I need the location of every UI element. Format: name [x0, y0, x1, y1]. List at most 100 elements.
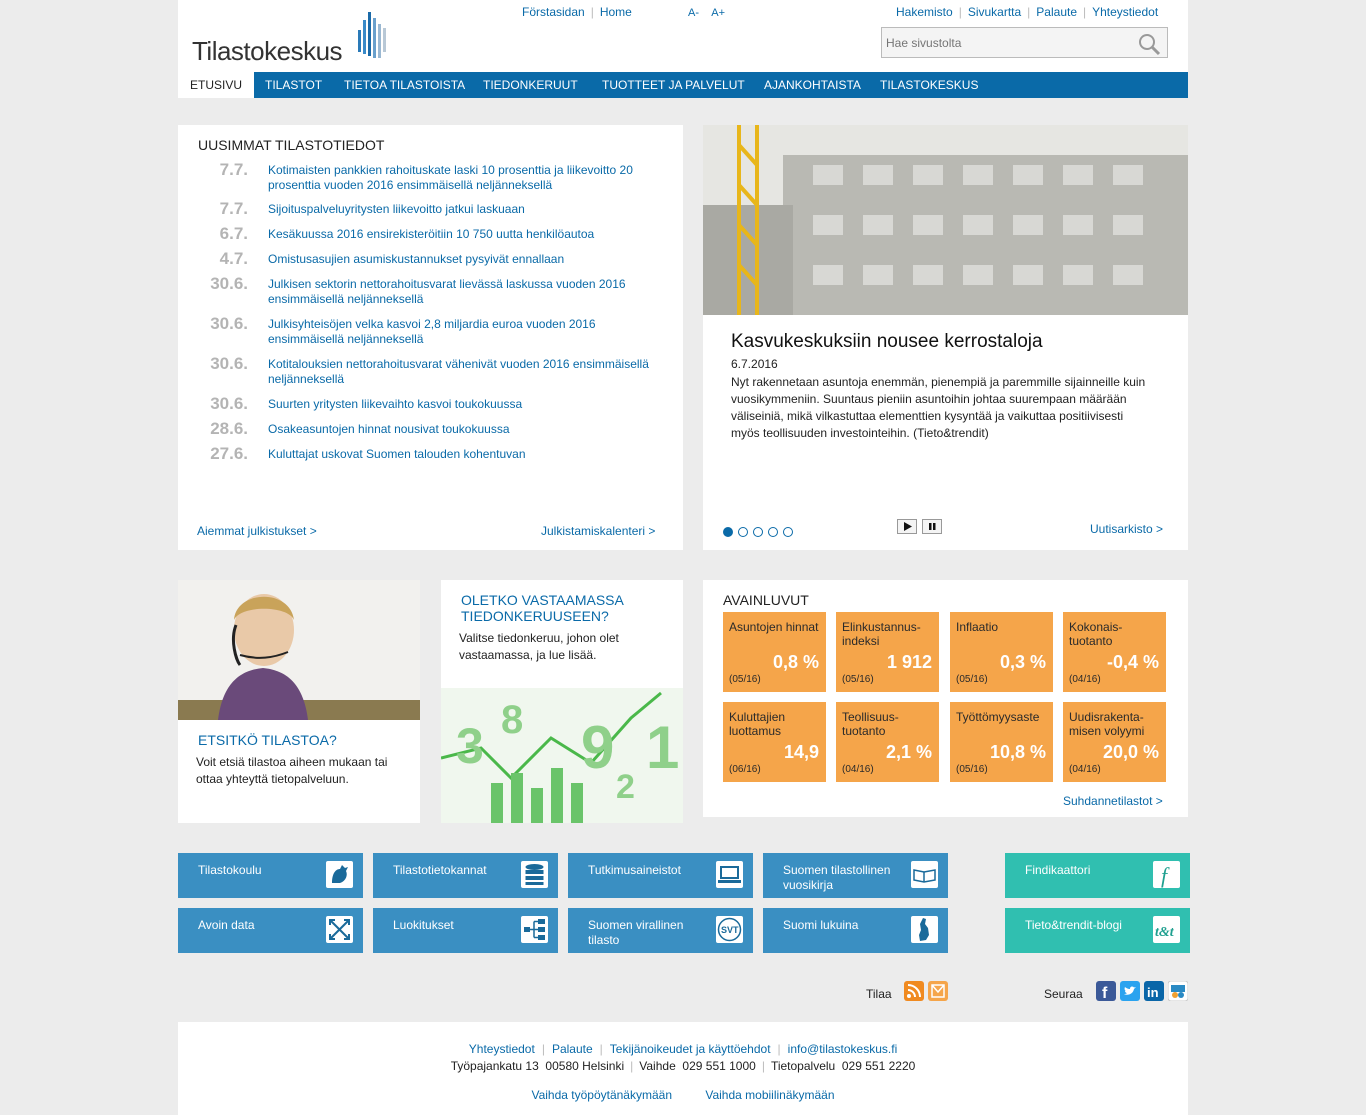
- tile-findikaattori[interactable]: Findikaattori f: [1005, 853, 1190, 898]
- finland-map-icon: [911, 916, 938, 943]
- news-link[interactable]: Julkisen sektorin nettorahoitusvarat lie…: [268, 277, 668, 307]
- linkedin-icon[interactable]: in: [1144, 981, 1164, 1001]
- news-link[interactable]: Suurten yritysten liikevaihto kasvoi tou…: [268, 397, 668, 412]
- search-icon[interactable]: [1137, 32, 1161, 56]
- key-figure-value: 1 912: [886, 652, 932, 672]
- tile-tilastokoulu[interactable]: Tilastokoulu: [178, 853, 363, 898]
- tile-avoin-data[interactable]: Avoin data: [178, 908, 363, 953]
- tile-tieto-trendit[interactable]: Tieto&trendit-blogi t&t: [1005, 908, 1190, 953]
- nav-tilastot[interactable]: TILASTOT: [253, 72, 334, 98]
- news-link[interactable]: Omistusasujien asumiskustannukset pysyiv…: [268, 252, 668, 267]
- key-figure-tile[interactable]: Elinkustannus-indeksi 1 912 (05/16): [836, 612, 939, 692]
- news-archive-link[interactable]: Uutisarkisto >: [1090, 522, 1163, 536]
- nav-tietoa-tilastoista[interactable]: TIETOA TILASTOISTA: [332, 72, 477, 98]
- nav-tuotteet[interactable]: TUOTTEET JA PALVELUT: [590, 72, 757, 98]
- news-link[interactable]: Kuluttajat uskovat Suomen talouden kohen…: [268, 447, 668, 462]
- previous-releases-link[interactable]: Aiemmat julkistukset >: [197, 524, 317, 538]
- footer-link-email[interactable]: info@tilastokeskus.fi: [788, 1042, 898, 1056]
- facebook-icon[interactable]: f: [1096, 981, 1116, 1001]
- svg-text:9: 9: [581, 714, 614, 781]
- font-larger-button[interactable]: A+: [711, 7, 725, 19]
- svg-text:in: in: [1147, 985, 1159, 1000]
- numbers-graphic: 8 9 3 2 1: [441, 688, 683, 823]
- tile-svt[interactable]: Suomen virallinen tilasto SVT: [568, 908, 753, 953]
- key-figure-period: (06/16): [729, 764, 761, 775]
- twitter-icon[interactable]: [1120, 981, 1140, 1001]
- link-sivukartta[interactable]: Sivukartta: [968, 5, 1021, 19]
- footer-link-yhteystiedot[interactable]: Yhteystiedot: [469, 1042, 535, 1056]
- key-figure-period: (05/16): [956, 674, 988, 685]
- key-figure-name: Työttömyysaste: [956, 710, 1040, 724]
- play-icon[interactable]: [897, 519, 917, 534]
- link-forstasidan[interactable]: Förstasidan: [522, 5, 585, 19]
- tile-label: Suomen virallinen tilasto: [588, 918, 684, 947]
- key-figure-tile[interactable]: Työttömyysaste 10,8 % (05/16): [950, 702, 1053, 782]
- link-hakemisto[interactable]: Hakemisto: [896, 5, 953, 19]
- desktop-view-link[interactable]: Vaihda työpöytänäkymään: [531, 1088, 672, 1102]
- carousel-dot[interactable]: [783, 527, 793, 537]
- tile-luokitukset[interactable]: Luokitukset: [373, 908, 558, 953]
- tile-suomi-lukuina[interactable]: Suomi lukuina: [763, 908, 948, 953]
- nav-tiedonkeruut[interactable]: TIEDONKERUUT: [471, 72, 590, 98]
- search-input[interactable]: [882, 28, 1132, 57]
- slideshare-icon[interactable]: [1168, 981, 1188, 1001]
- news-link[interactable]: Julkisyhteisöjen velka kasvoi 2,8 miljar…: [268, 317, 668, 347]
- data-collection-title[interactable]: OLETKO VASTAAMASSA TIEDONKERUUSEEN?: [461, 592, 661, 624]
- link-yhteystiedot[interactable]: Yhteystiedot: [1092, 5, 1158, 19]
- key-figures-title: AVAINLUVUT: [723, 592, 809, 608]
- news-link[interactable]: Sijoituspalveluyritysten liikevoitto jat…: [268, 202, 668, 217]
- f-icon: f: [1153, 861, 1180, 888]
- rooster-icon: [326, 861, 353, 888]
- feature-title[interactable]: Kasvukeskuksiin nousee kerrostaloja: [731, 331, 1043, 353]
- key-figure-value: 2,1 %: [885, 742, 932, 762]
- nav-ajankohtaista[interactable]: AJANKOHTAISTA: [752, 72, 873, 98]
- news-link[interactable]: Kesäkuussa 2016 ensirekisteröitiin 10 75…: [268, 227, 668, 242]
- key-figure-tile[interactable]: Kokonais-tuotanto -0,4 % (04/16): [1063, 612, 1166, 692]
- key-figure-tile[interactable]: Inflaatio 0,3 % (05/16): [950, 612, 1053, 692]
- news-link[interactable]: Kotimaisten pankkien rahoituskate laski …: [268, 163, 668, 193]
- footer-link-copyright[interactable]: Tekijänoikeudet ja käyttöehdot: [610, 1042, 771, 1056]
- link-home[interactable]: Home: [600, 5, 632, 19]
- tile-tilastotietokannat[interactable]: Tilastotietokannat: [373, 853, 558, 898]
- pause-icon[interactable]: [922, 519, 942, 534]
- find-statistics-title[interactable]: ETSITKÖ TILASTOA?: [198, 732, 337, 748]
- tile-label: Tieto&trendit-blogi: [1025, 918, 1122, 932]
- logo[interactable]: Tilastokeskus: [192, 36, 343, 67]
- carousel-dot[interactable]: [738, 527, 748, 537]
- key-figure-name: Elinkustannus-indeksi: [842, 620, 921, 648]
- news-link[interactable]: Kotitalouksien nettorahoitusvarat väheni…: [268, 357, 668, 387]
- carousel-dot[interactable]: [768, 527, 778, 537]
- news-link[interactable]: Osakeasuntojen hinnat nousivat toukokuus…: [268, 422, 668, 437]
- key-figures-box: AVAINLUVUT Asuntojen hinnat 0,8 % (05/16) …: [703, 580, 1188, 817]
- carousel-dot[interactable]: [753, 527, 763, 537]
- customer-service-photo: [178, 580, 420, 720]
- news-date: 7.7.: [219, 199, 248, 218]
- find-statistics-box[interactable]: ETSITKÖ TILASTOA? Voit etsiä tilastoa ai…: [178, 580, 420, 823]
- key-figure-tile[interactable]: Teollisuus-tuotanto 2,1 % (04/16): [836, 702, 939, 782]
- key-figure-tile[interactable]: Kuluttajien luottamus 14,9 (06/16): [723, 702, 826, 782]
- footer-address: Työpajankatu 13 00580 Helsinki: [450, 1059, 625, 1073]
- tile-tutkimusaineistot[interactable]: Tutkimusaineistot: [568, 853, 753, 898]
- release-calendar-link[interactable]: Julkistamiskalenteri >: [541, 524, 655, 538]
- nav-tilastokeskus[interactable]: TILASTOKESKUS: [868, 72, 990, 98]
- key-figure-value: 14,9: [783, 742, 819, 762]
- rss-icon[interactable]: [904, 981, 924, 1001]
- font-smaller-button[interactable]: A-: [688, 7, 699, 19]
- data-collection-box[interactable]: OLETKO VASTAAMASSA TIEDONKERUUSEEN? Vali…: [441, 580, 683, 823]
- carousel-dot[interactable]: [723, 527, 733, 537]
- key-figure-tile[interactable]: Uudisrakenta-misen volyymi 20,0 % (04/16): [1063, 702, 1166, 782]
- tile-vuosikirja[interactable]: Suomen tilastollinen vuosikirja: [763, 853, 948, 898]
- nav-etusivu[interactable]: ETUSIVU: [178, 72, 255, 98]
- tile-label: Findikaattori: [1025, 863, 1091, 877]
- feature-text: Nyt rakennetaan asuntoja enemmän, pienem…: [731, 375, 1146, 440]
- search-box: [881, 27, 1168, 58]
- economic-statistics-link[interactable]: Suhdannetilastot >: [1063, 794, 1163, 808]
- key-figure-tile[interactable]: Asuntojen hinnat 0,8 % (05/16): [723, 612, 826, 692]
- key-figure-name: Asuntojen hinnat: [729, 620, 819, 634]
- footer-link-palaute[interactable]: Palaute: [552, 1042, 593, 1056]
- mobile-view-link[interactable]: Vaihda mobiilinäkymään: [705, 1088, 834, 1102]
- link-palaute[interactable]: Palaute: [1036, 5, 1077, 19]
- key-figure-value: 10,8 %: [989, 742, 1046, 762]
- email-subscribe-icon[interactable]: [928, 981, 948, 1001]
- svg-text:t&t: t&t: [1155, 925, 1175, 940]
